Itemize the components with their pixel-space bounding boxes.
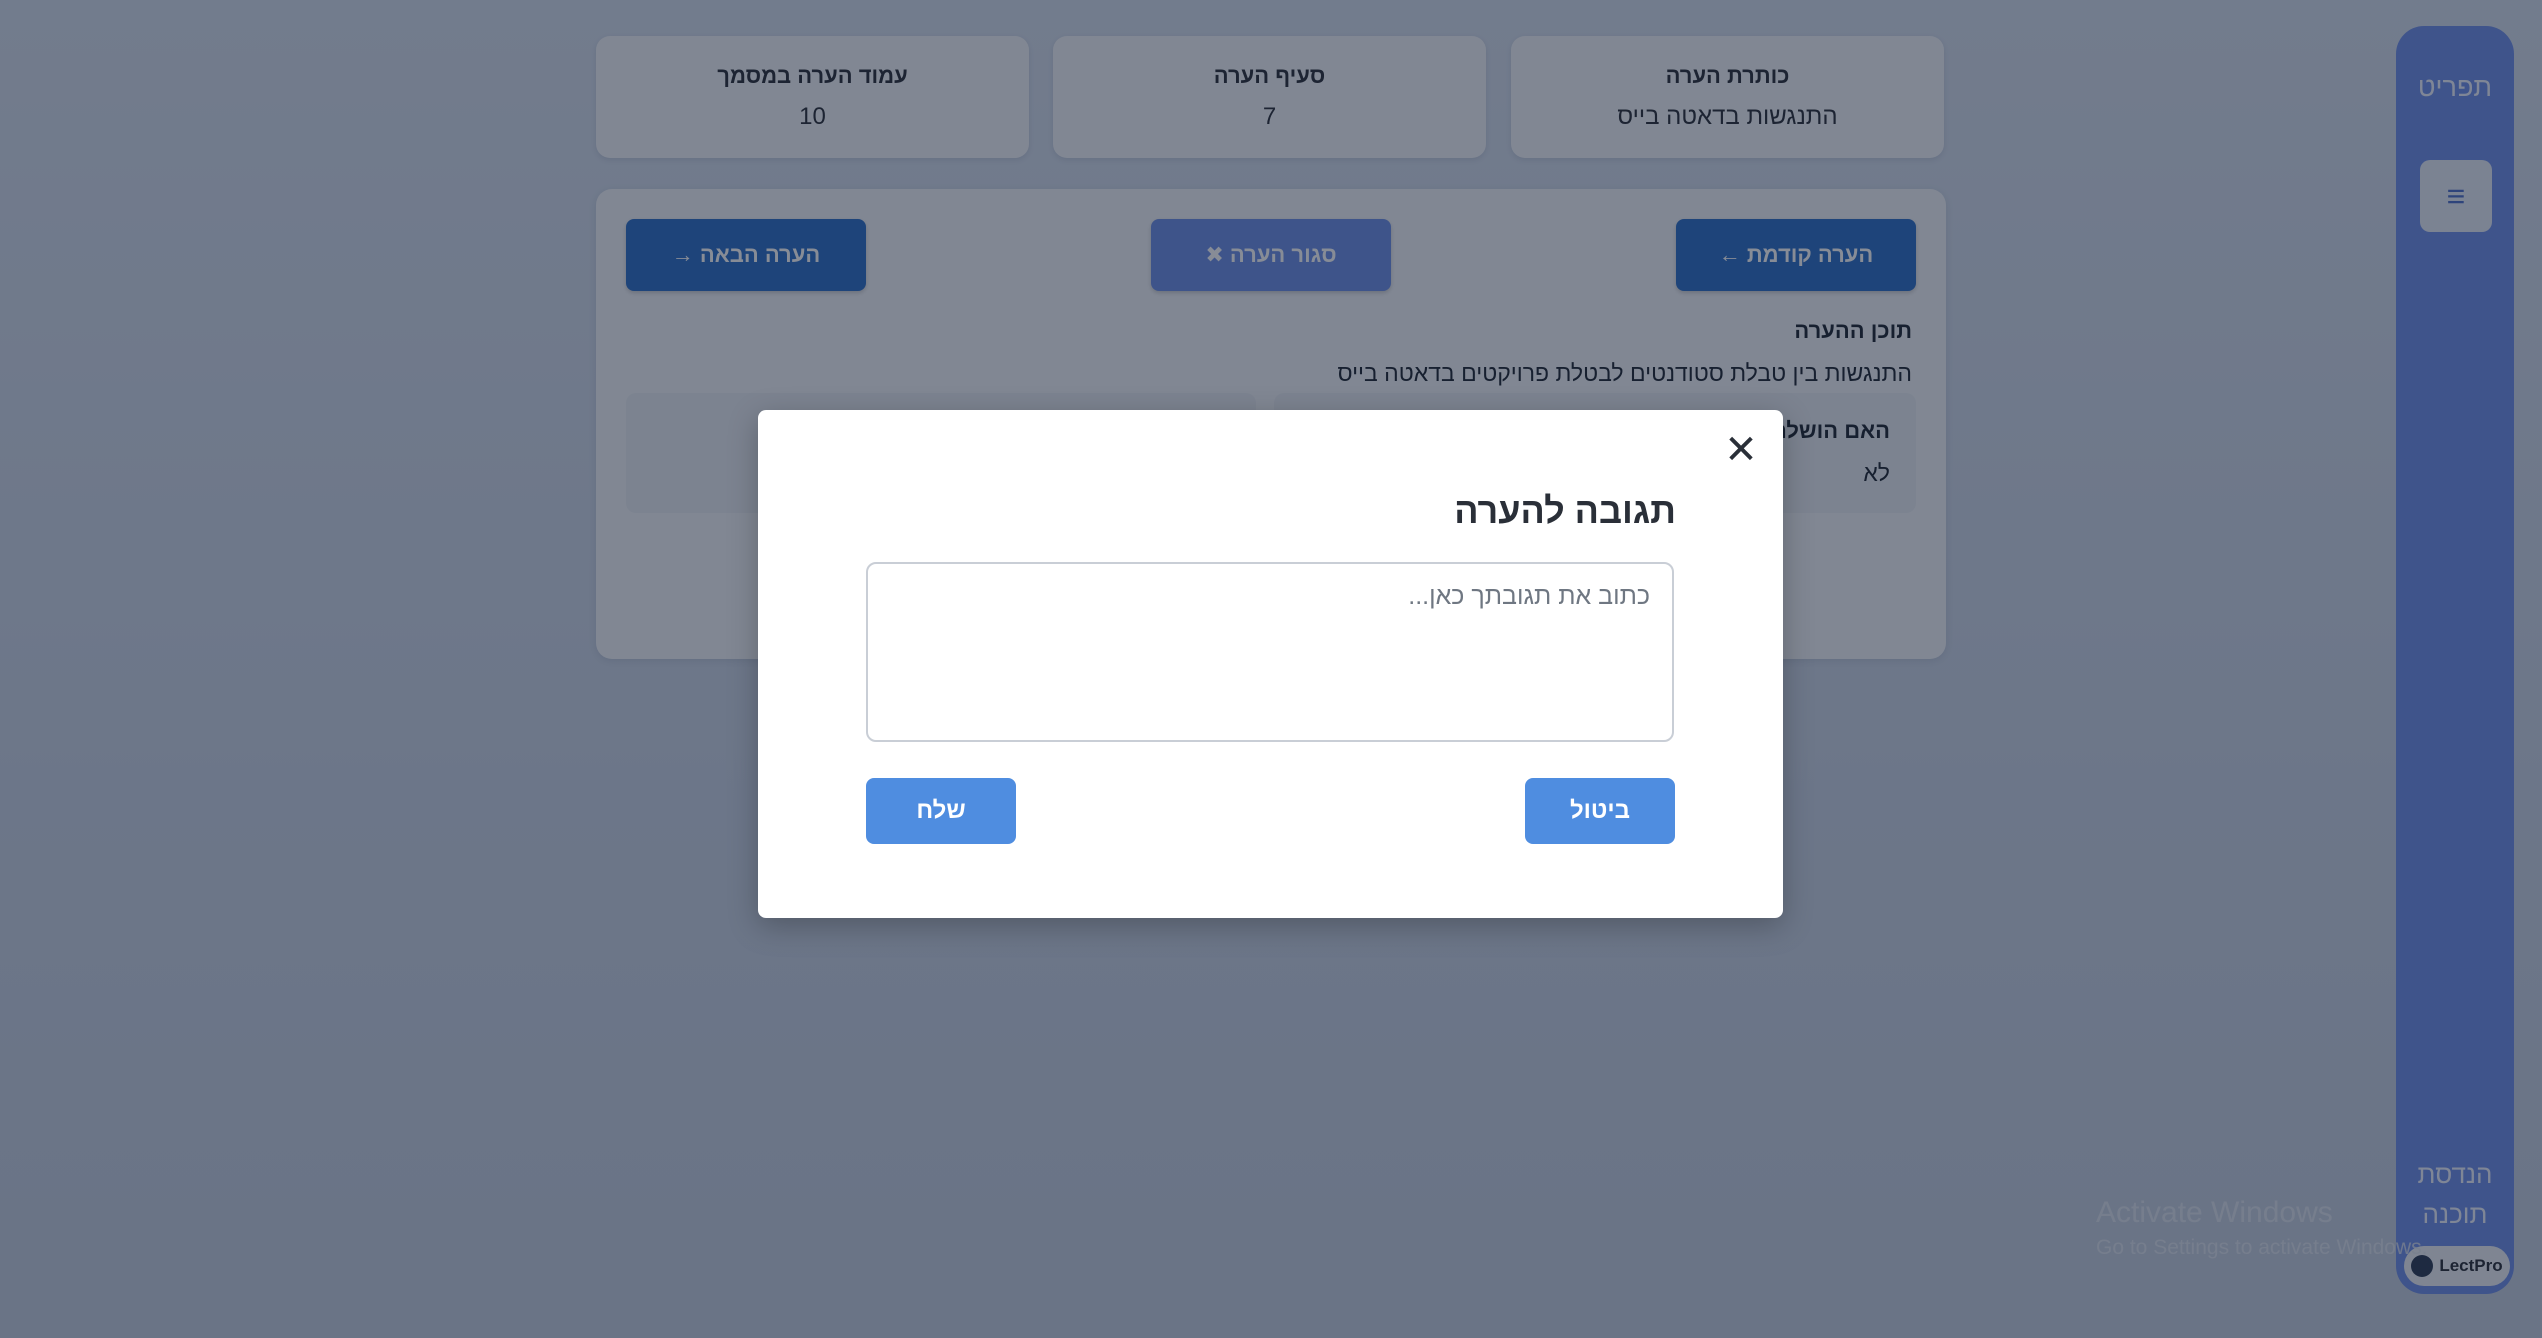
send-button[interactable]: שלח xyxy=(866,778,1016,844)
reply-textarea[interactable] xyxy=(866,562,1674,742)
modal-title: תגובה להערה xyxy=(1454,490,1676,531)
cancel-button[interactable]: ביטול xyxy=(1525,778,1675,844)
reply-modal: ✕ תגובה להערה שלח ביטול xyxy=(758,410,1783,918)
close-icon[interactable]: ✕ xyxy=(1723,428,1759,472)
